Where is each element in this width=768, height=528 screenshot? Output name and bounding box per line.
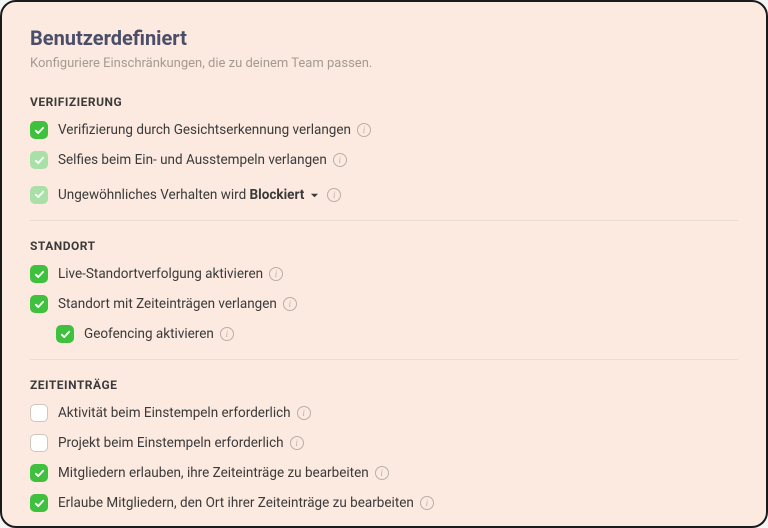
row-edit-entries: Mitgliedern erlauben, ihre Zeiteinträge … — [30, 464, 738, 482]
label-edit-location: Erlaube Mitgliedern, den Ort ihrer Zeite… — [58, 495, 414, 511]
check-icon — [34, 155, 45, 166]
divider — [30, 220, 738, 221]
section-location: STANDORT Live-Standortverfolgung aktivie… — [30, 239, 738, 343]
check-icon — [60, 329, 71, 340]
label-require-location: Standort mit Zeiteinträgen verlangen — [58, 296, 277, 312]
label-unusual-behavior: Ungewöhnliches Verhalten wird Blockiert — [58, 187, 304, 203]
row-face-recognition: Verifizierung durch Gesichtserkennung ve… — [30, 121, 738, 139]
row-unusual-behavior: Ungewöhnliches Verhalten wird Blockiert … — [30, 185, 738, 204]
info-icon[interactable]: i — [297, 406, 311, 420]
checkbox-activity-required[interactable] — [30, 404, 48, 422]
section-header-verification: VERIFIZIERUNG — [30, 95, 738, 109]
row-activity-required: Aktivität beim Einstempeln erforderlich … — [30, 404, 738, 422]
check-icon — [34, 498, 45, 509]
page-title: Benutzerdefiniert — [30, 26, 738, 50]
check-icon — [34, 125, 45, 136]
checkbox-live-location[interactable] — [30, 265, 48, 283]
label-face-recognition: Verifizierung durch Gesichtserkennung ve… — [58, 122, 351, 138]
label-project-required: Projekt beim Einstempeln erforderlich — [58, 435, 284, 451]
row-require-location: Standort mit Zeiteinträgen verlangen i — [30, 295, 738, 313]
section-header-location: STANDORT — [30, 239, 738, 253]
info-icon[interactable]: i — [327, 188, 341, 202]
checkbox-project-required[interactable] — [30, 434, 48, 452]
row-geofencing: Geofencing aktivieren i — [30, 325, 738, 343]
info-icon[interactable]: i — [283, 297, 297, 311]
checkbox-edit-entries[interactable] — [30, 464, 48, 482]
info-icon[interactable]: i — [357, 123, 371, 137]
checkbox-require-location[interactable] — [30, 295, 48, 313]
info-icon[interactable]: i — [220, 327, 234, 341]
label-activity-required: Aktivität beim Einstempeln erforderlich — [58, 405, 291, 421]
page-subtitle: Konfiguriere Einschränkungen, die zu dei… — [30, 56, 738, 71]
section-verification: VERIFIZIERUNG Verifizierung durch Gesich… — [30, 95, 738, 204]
checkbox-geofencing[interactable] — [56, 325, 74, 343]
info-icon[interactable]: i — [269, 267, 283, 281]
section-time-entries: ZEITEINTRÄGE Aktivität beim Einstempeln … — [30, 378, 738, 512]
info-icon[interactable]: i — [375, 466, 389, 480]
check-icon — [34, 269, 45, 280]
checkbox-selfies[interactable] — [30, 151, 48, 169]
row-live-location: Live-Standortverfolgung aktivieren i — [30, 265, 738, 283]
row-selfies: Selfies beim Ein- und Ausstempeln verlan… — [30, 151, 738, 169]
checkbox-face-recognition[interactable] — [30, 121, 48, 139]
section-header-time-entries: ZEITEINTRÄGE — [30, 378, 738, 392]
row-edit-location: Erlaube Mitgliedern, den Ort ihrer Zeite… — [30, 494, 738, 512]
check-icon — [34, 189, 45, 200]
caret-down-icon — [310, 191, 319, 200]
label-selfies: Selfies beim Ein- und Ausstempeln verlan… — [58, 152, 327, 168]
label-geofencing: Geofencing aktivieren — [84, 326, 214, 342]
checkbox-edit-location[interactable] — [30, 494, 48, 512]
check-icon — [34, 468, 45, 479]
unusual-behavior-value[interactable]: Blockiert — [250, 187, 305, 203]
settings-panel: Benutzerdefiniert Konfiguriere Einschrän… — [0, 0, 768, 528]
row-project-required: Projekt beim Einstempeln erforderlich i — [30, 434, 738, 452]
check-icon — [34, 299, 45, 310]
label-edit-entries: Mitgliedern erlauben, ihre Zeiteinträge … — [58, 465, 369, 481]
info-icon[interactable]: i — [420, 496, 434, 510]
info-icon[interactable]: i — [333, 153, 347, 167]
info-icon[interactable]: i — [290, 436, 304, 450]
dropdown-unusual-behavior[interactable] — [310, 185, 319, 204]
divider — [30, 359, 738, 360]
label-live-location: Live-Standortverfolgung aktivieren — [58, 266, 263, 282]
checkbox-unusual-behavior[interactable] — [30, 186, 48, 204]
